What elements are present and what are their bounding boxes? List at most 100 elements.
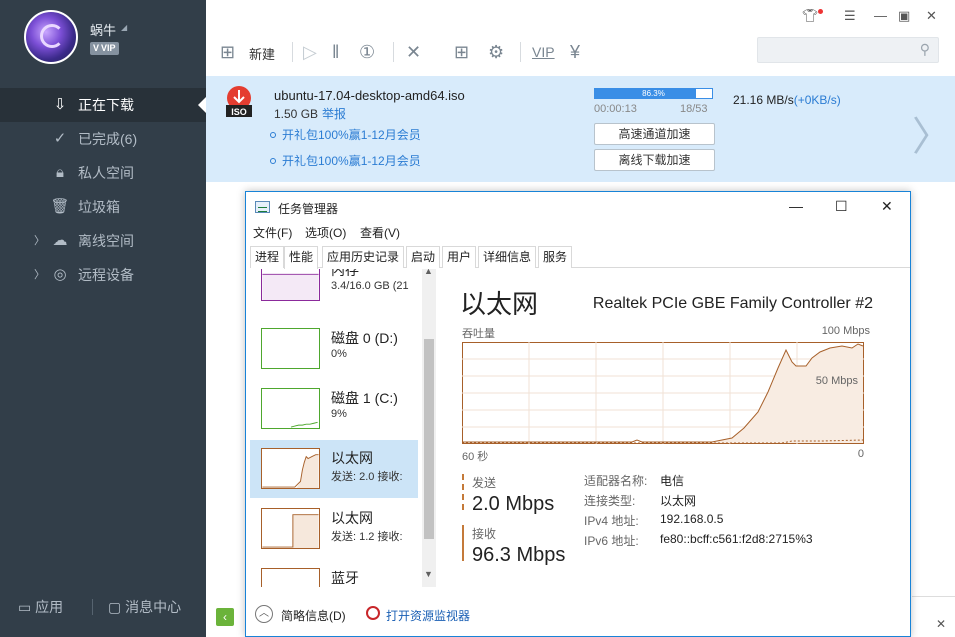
single-task-icon[interactable]: ① xyxy=(359,40,375,64)
perf-item-subtitle: 0% xyxy=(331,348,347,360)
tab-app-history[interactable]: 应用历史记录 xyxy=(322,246,405,268)
perf-item-ethernet-1[interactable]: 以太网 发送: 2.0 接收: xyxy=(250,440,418,498)
report-link[interactable]: 举报 xyxy=(322,107,346,121)
connection-type-label: 连接类型: xyxy=(584,494,636,508)
tab-processes[interactable]: 进程 xyxy=(250,246,285,268)
chevron-right-icon[interactable]: 〉 xyxy=(912,104,952,162)
nav-label: 垃圾箱 xyxy=(78,199,120,215)
close-icon[interactable]: ✕ xyxy=(926,8,937,24)
scroll-thumb[interactable] xyxy=(424,339,434,539)
chevron-up-icon[interactable]: ︿ xyxy=(255,605,273,623)
piece-count: 18/53 xyxy=(680,103,708,115)
promo-link[interactable]: 开礼包100%赢1-12月会员 xyxy=(270,152,421,169)
user-menu-caret-icon[interactable]: ◢ xyxy=(121,23,127,32)
apps-button[interactable]: ▭ 应用 xyxy=(18,597,63,617)
collapse-arrow-icon[interactable]: ‹ xyxy=(216,608,234,626)
maximize-icon[interactable]: ☐ xyxy=(835,198,848,215)
nav-item-trash[interactable]: 🗑︎ 垃圾箱 xyxy=(0,190,206,224)
tab-startup[interactable]: 启动 xyxy=(406,246,441,268)
perf-item-title: 以太网 xyxy=(331,510,373,526)
new-task-icon[interactable]: ⊞ xyxy=(220,40,235,64)
ipv6-value: fe80::bcff:c561:f2d8:2715%3 xyxy=(660,532,813,546)
pause-icon[interactable]: ‖ xyxy=(332,40,339,64)
tab-services[interactable]: 服务 xyxy=(538,246,573,268)
download-progress-bar: 86.3% xyxy=(594,88,713,99)
search-box[interactable]: ⚲ xyxy=(757,37,939,63)
yuan-coin-icon[interactable]: ¥ xyxy=(570,40,580,64)
toolbar: ⊞ 新建 ▷ ‖ ① ✕ ⊞ ⚙ VIP ¥ ⚲ 👕︎ ☰ — ▣ ✕ xyxy=(206,0,955,76)
nav-label: 离线空间 xyxy=(78,233,134,249)
search-input[interactable] xyxy=(758,38,908,62)
scroll-down-icon[interactable]: ▼ xyxy=(424,569,433,579)
delete-icon[interactable]: ✕ xyxy=(406,40,421,64)
iso-file-icon: ISO xyxy=(226,86,252,117)
receive-label: 接收 xyxy=(472,527,497,541)
active-pointer xyxy=(198,97,206,113)
minimize-icon[interactable]: — xyxy=(789,198,803,214)
bullet-icon xyxy=(270,132,276,138)
perf-item-title: 磁盘 0 (D:) xyxy=(331,330,398,346)
open-resource-monitor-link[interactable]: 打开资源监视器 xyxy=(386,607,470,624)
perf-item-title: 磁盘 1 (C:) xyxy=(331,390,398,406)
adapter-name-label: 适配器名称: xyxy=(584,474,648,488)
expand-chevron-icon[interactable]: 〉 xyxy=(34,224,45,258)
performance-list: 内存 3.4/16.0 GB (21 磁盘 0 (D:) 0% 磁盘 1 (C:… xyxy=(250,269,436,587)
search-icon[interactable]: ⚲ xyxy=(920,41,930,58)
chat-bubble-icon: ▢ xyxy=(108,599,126,615)
perf-item-memory[interactable]: 内存 3.4/16.0 GB (21 xyxy=(250,269,418,310)
minimize-icon[interactable]: — xyxy=(874,8,887,23)
expand-chevron-icon[interactable]: 〉 xyxy=(34,258,45,292)
message-center-button[interactable]: ▢ 消息中心 xyxy=(108,597,181,617)
divider xyxy=(292,42,293,62)
menu-file[interactable]: 文件(F) xyxy=(253,224,292,241)
nav-item-private-space[interactable]: 🔒︎ 私人空间 xyxy=(0,156,206,190)
menu-icon[interactable]: ☰ xyxy=(844,8,856,24)
download-item[interactable]: ISO ubuntu-17.04-desktop-amd64.iso 1.50 … xyxy=(206,76,955,182)
perf-item-disk-0[interactable]: 磁盘 0 (D:) 0% xyxy=(250,320,418,378)
resource-monitor-icon[interactable] xyxy=(366,606,380,620)
close-icon[interactable]: ✕ xyxy=(881,198,893,215)
svg-text:ISO: ISO xyxy=(231,107,247,117)
tab-details[interactable]: 详细信息 xyxy=(478,246,537,268)
maximize-icon[interactable]: ▣ xyxy=(898,8,910,24)
perf-item-subtitle: 发送: 2.0 接收: xyxy=(331,471,403,483)
promo-link[interactable]: 开礼包100%赢1-12月会员 xyxy=(270,126,421,143)
menu-options[interactable]: 选项(O) xyxy=(305,224,346,241)
vip-icon[interactable]: VIP xyxy=(532,40,555,64)
disk-thumbnail xyxy=(261,388,320,429)
send-value: 2.0 Mbps xyxy=(472,493,555,515)
nav-item-downloading[interactable]: ⇩ 正在下载 xyxy=(0,88,206,122)
perf-item-bluetooth[interactable]: 蓝牙 xyxy=(250,560,418,587)
apps-icon: ▭ xyxy=(18,599,36,615)
vip-badge[interactable]: V VIP xyxy=(90,42,119,55)
tab-performance[interactable]: 性能 xyxy=(284,246,319,269)
fewer-details-link[interactable]: 简略信息(D) xyxy=(281,607,346,624)
avatar[interactable] xyxy=(24,10,78,64)
nav-item-remote-devices[interactable]: 〉 ◎ 远程设备 xyxy=(0,258,206,292)
close-icon[interactable]: ✕ xyxy=(936,617,946,631)
skin-shirt-icon[interactable]: 👕︎ xyxy=(802,8,819,24)
high-speed-channel-button[interactable]: 高速通道加速 xyxy=(594,123,715,145)
tab-users[interactable]: 用户 xyxy=(442,246,477,268)
nav-label: 远程设备 xyxy=(78,267,134,283)
nav-item-completed[interactable]: ✓ 已完成(6) xyxy=(0,122,206,156)
speed-settings-icon[interactable]: ⚙ xyxy=(488,40,504,64)
menu-view[interactable]: 查看(V) xyxy=(360,224,400,241)
ethernet-thumbnail xyxy=(261,508,320,549)
username[interactable]: 蜗牛 xyxy=(90,20,116,39)
start-icon[interactable]: ▷ xyxy=(303,40,317,64)
scrollbar[interactable]: ▲ ▼ xyxy=(422,269,436,587)
task-manager-window: 任务管理器 — ☐ ✕ 文件(F) 选项(O) 查看(V) 进程 性能 应用历史… xyxy=(245,191,911,637)
title-bar[interactable]: 任务管理器 — ☐ ✕ xyxy=(246,192,910,222)
perf-item-ethernet-2[interactable]: 以太网 发送: 1.2 接收: xyxy=(250,500,418,558)
file-name[interactable]: ubuntu-17.04-desktop-amd64.iso xyxy=(274,88,465,103)
grid-icon[interactable]: ⊞ xyxy=(454,40,469,64)
nav-label: 已完成(6) xyxy=(78,131,138,147)
scroll-up-icon[interactable]: ▲ xyxy=(424,269,433,276)
perf-item-disk-1[interactable]: 磁盘 1 (C:) 9% xyxy=(250,380,418,438)
nav-item-offline-space[interactable]: 〉 ☁ 离线空间 xyxy=(0,224,206,258)
notification-dot xyxy=(818,9,823,14)
perf-item-title: 以太网 xyxy=(331,450,373,466)
offline-download-button[interactable]: 离线下载加速 xyxy=(594,149,715,171)
new-task-button[interactable]: 新建 xyxy=(249,44,275,63)
